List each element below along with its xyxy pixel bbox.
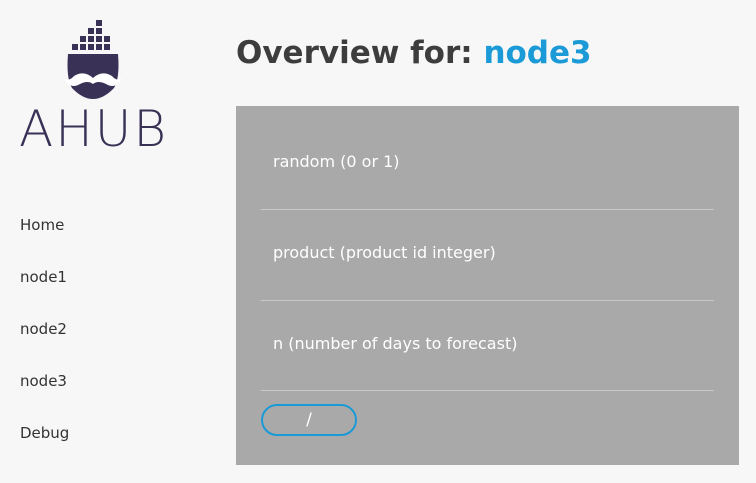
days-field-label: n (number of days to forecast) <box>273 334 518 353</box>
page-title-prefix: Overview for: <box>236 35 473 71</box>
sidebar: AHUB Home node1 node2 node3 Debug <box>0 0 200 483</box>
page-title-node: node3 <box>483 35 592 71</box>
forecast-form: random (0 or 1) product (product id inte… <box>236 106 739 465</box>
sidebar-nav: Home node1 node2 node3 Debug <box>20 212 69 472</box>
product-field[interactable]: product (product id integer) <box>261 210 714 301</box>
nav-item-node2[interactable]: node2 <box>20 316 69 368</box>
random-field[interactable]: random (0 or 1) <box>261 119 714 210</box>
nav-item-home[interactable]: Home <box>20 212 69 264</box>
brand-name: AHUB <box>19 100 169 158</box>
product-field-label: product (product id integer) <box>273 243 496 262</box>
submit-button[interactable]: / <box>261 404 357 436</box>
page-title: Overview for: node3 <box>236 30 592 76</box>
random-field-label: random (0 or 1) <box>273 152 400 171</box>
nav-item-node1[interactable]: node1 <box>20 264 69 316</box>
nav-item-node3[interactable]: node3 <box>20 368 69 420</box>
nav-item-debug[interactable]: Debug <box>20 420 69 472</box>
days-field[interactable]: n (number of days to forecast) <box>261 301 714 391</box>
